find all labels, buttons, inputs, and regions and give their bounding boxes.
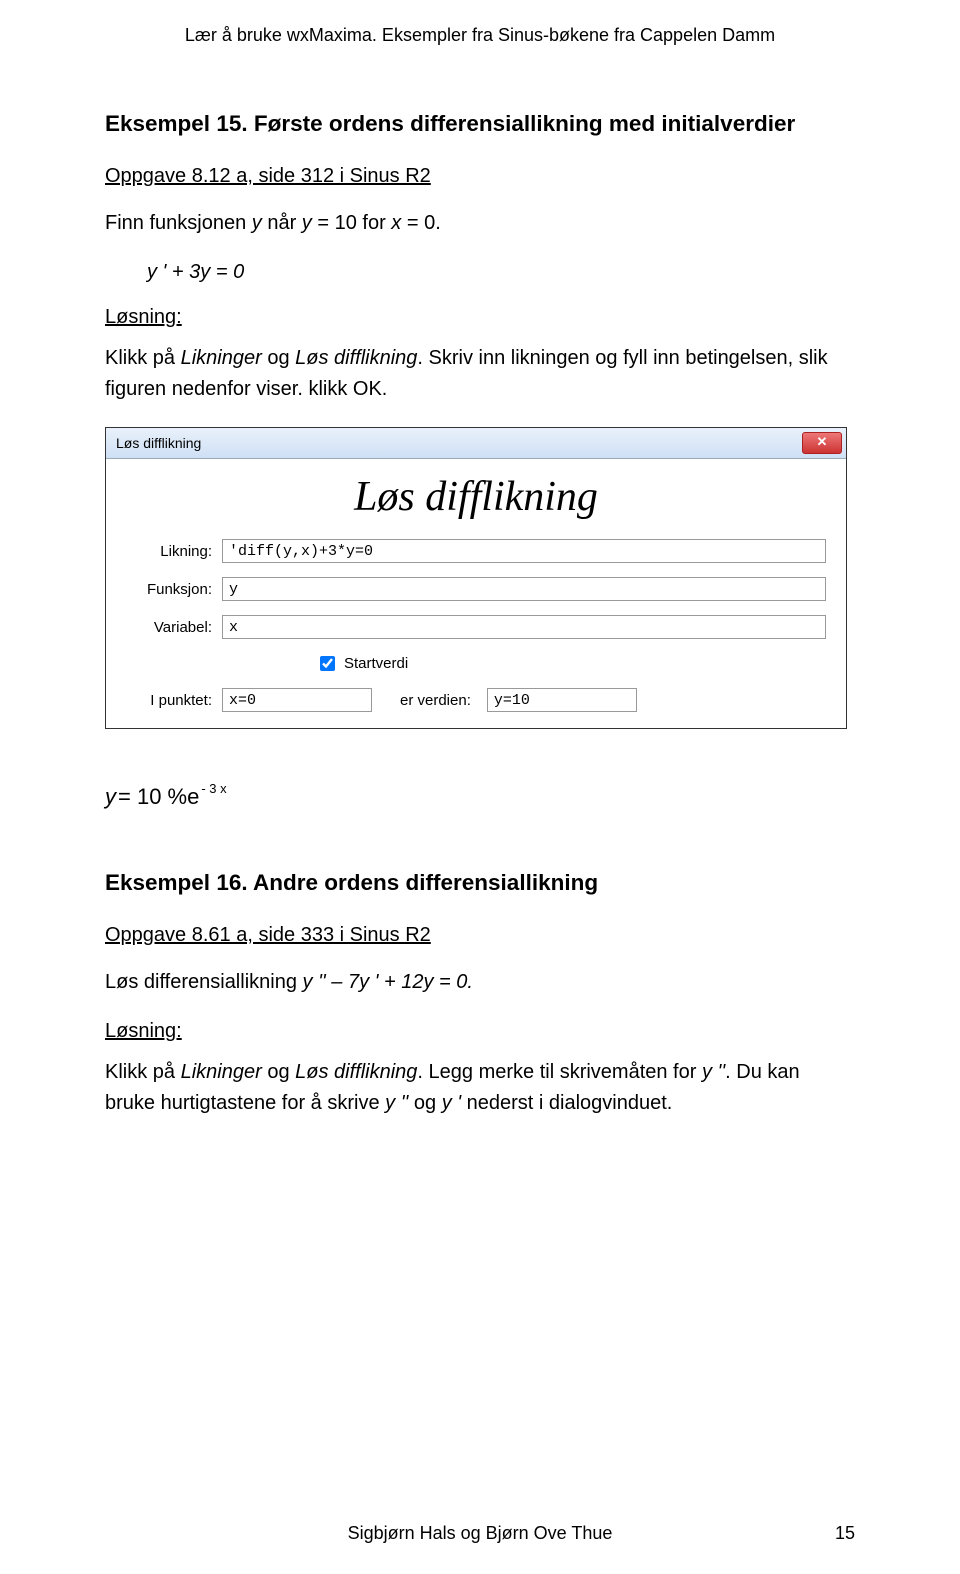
input-ipunkt[interactable]	[222, 688, 372, 712]
example-15-title: Eksempel 15. Første ordens differensiall…	[105, 111, 855, 137]
dialog-titlebar-text: Løs difflikning	[116, 435, 201, 451]
result-body: = 10 %e	[118, 784, 199, 810]
losning-label-16: Løsning:	[105, 1020, 855, 1043]
input-funksjon[interactable]	[222, 577, 826, 601]
label-startverdi: Startverdi	[344, 655, 408, 672]
input-likning[interactable]	[222, 539, 826, 563]
text: når	[262, 212, 302, 234]
result-exponent: - 3 x	[201, 781, 226, 796]
example-15-equation: y ' + 3y = 0	[147, 261, 855, 284]
text: Klikk på Likninger og Løs difflikning. S…	[105, 347, 828, 400]
dialog-titlebar: Løs difflikning ✕	[106, 428, 846, 459]
row-variabel: Variabel:	[126, 615, 826, 639]
label-likning: Likning:	[126, 543, 212, 560]
example-16-title: Eksempel 16. Andre ordens differensialli…	[105, 870, 855, 896]
example-15-problem: Finn funksjonen y når y = 10 for x = 0.	[105, 208, 855, 239]
input-erverdien[interactable]	[487, 688, 637, 712]
row-ipunkt: I punktet: er verdien:	[126, 688, 826, 712]
text: Klikk på Likninger og Løs difflikning. L…	[105, 1061, 800, 1114]
page-number: 15	[835, 1523, 855, 1544]
var-x: x	[391, 212, 401, 234]
los-difflikning-dialog: Løs difflikning ✕ Løs difflikning Liknin…	[105, 427, 847, 729]
label-ipunkt: I punktet:	[126, 692, 212, 709]
page-footer: Sigbjørn Hals og Bjørn Ove Thue 15	[0, 1523, 960, 1544]
var-y: y	[302, 212, 312, 234]
close-button[interactable]: ✕	[802, 432, 842, 454]
losning-label: Løsning:	[105, 306, 855, 329]
label-erverdien: er verdien:	[382, 692, 477, 709]
text: = 0.	[401, 212, 440, 234]
row-funksjon: Funksjon:	[126, 577, 826, 601]
equation: y '' – 7y ' + 12y = 0.	[303, 971, 473, 993]
row-startverdi: Startverdi	[316, 653, 826, 674]
example-16-oppgave: Oppgave 8.61 a, side 333 i Sinus R2	[105, 924, 855, 947]
example-15-oppgave: Oppgave 8.12 a, side 312 i Sinus R2	[105, 165, 855, 188]
label-funksjon: Funksjon:	[126, 581, 212, 598]
text: Løs differensiallikning	[105, 971, 303, 993]
example-16-solution-text: Klikk på Likninger og Løs difflikning. L…	[105, 1057, 855, 1119]
var-y: y	[252, 212, 262, 234]
label-variabel: Variabel:	[126, 619, 212, 636]
input-variabel[interactable]	[222, 615, 826, 639]
row-likning: Likning:	[126, 539, 826, 563]
text: = 10 for	[312, 212, 392, 234]
result-expression: y = 10 %e - 3 x	[105, 784, 855, 810]
checkbox-startverdi[interactable]	[320, 656, 335, 671]
result-y: y	[105, 784, 116, 810]
dialog-heading: Løs difflikning	[126, 473, 826, 521]
running-header: Lær å bruke wxMaxima. Eksempler fra Sinu…	[105, 25, 855, 46]
example-15-solution-text: Klikk på Likninger og Løs difflikning. S…	[105, 343, 855, 405]
example-16-problem: Løs differensiallikning y '' – 7y ' + 12…	[105, 967, 855, 998]
dialog-body: Løs difflikning Likning: Funksjon: Varia…	[106, 459, 846, 728]
text: Finn funksjonen	[105, 212, 252, 234]
footer-authors: Sigbjørn Hals og Bjørn Ove Thue	[348, 1523, 613, 1544]
